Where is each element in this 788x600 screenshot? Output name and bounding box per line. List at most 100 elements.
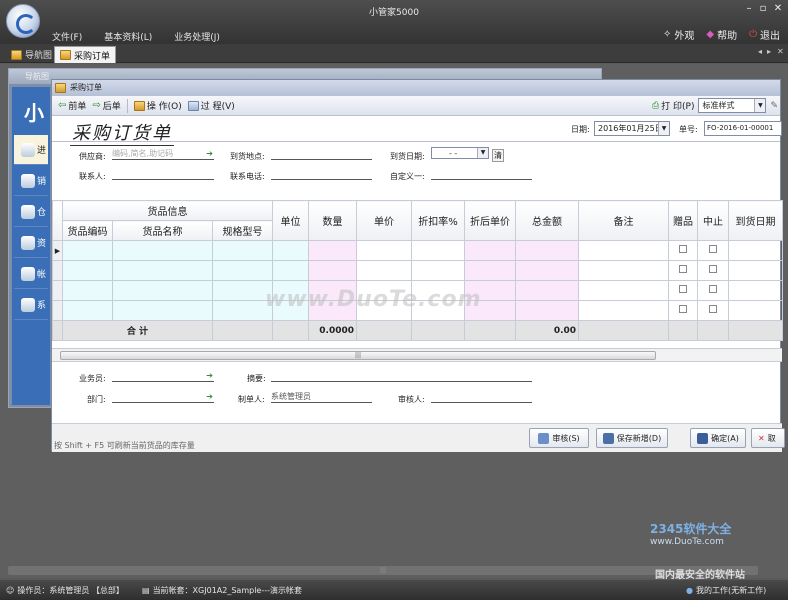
grid-cell[interactable] (411, 240, 466, 261)
grid-cell[interactable] (211, 280, 274, 301)
menu-business[interactable]: 业务处理(J) (174, 30, 220, 43)
gift-checkbox[interactable] (679, 265, 688, 273)
cancel-button[interactable]: ✕ 取 (751, 428, 785, 448)
custom-field-input[interactable] (431, 168, 532, 180)
gift-checkbox-cell[interactable] (668, 280, 699, 301)
grid-cell[interactable] (62, 240, 113, 261)
table-row[interactable] (52, 260, 784, 281)
grid-cell[interactable] (308, 260, 358, 281)
column-header-quantity[interactable]: 数量 (308, 200, 358, 241)
gift-checkbox-cell[interactable] (668, 300, 699, 321)
maximize-icon[interactable]: ▫ (756, 3, 770, 14)
grid-cell[interactable] (272, 260, 310, 281)
scrollbar-thumb[interactable]: ||| (8, 566, 758, 575)
close-icon[interactable]: ✕ (771, 3, 785, 14)
grid-cell[interactable] (62, 280, 113, 301)
contact-input[interactable] (112, 168, 214, 180)
tool-extra-icon[interactable]: ✎ (770, 101, 778, 111)
column-header-discount[interactable]: 折扣率% (411, 200, 466, 241)
help-button[interactable]: ◆ 帮助 (706, 27, 737, 42)
grid-cell[interactable] (515, 280, 580, 301)
sidebar-item-sales[interactable]: 销 (14, 166, 48, 196)
prev-order-button[interactable]: ⇦ 前单 (58, 99, 86, 112)
grid-cell[interactable] (308, 240, 358, 261)
salesman-input[interactable]: ➔ (112, 370, 214, 382)
gift-checkbox[interactable] (679, 305, 688, 313)
phone-input[interactable] (271, 168, 372, 180)
grid-cell[interactable] (112, 280, 213, 301)
grid-cell[interactable] (578, 240, 670, 261)
stop-checkbox[interactable] (709, 285, 718, 293)
exit-button[interactable]: ⏻ 退出 (749, 27, 780, 42)
audit-button[interactable]: 审核(S) (529, 428, 589, 448)
tab-close-icon[interactable]: ✕ (777, 47, 784, 56)
column-header-price[interactable]: 单价 (356, 200, 413, 241)
sidebar-item-accounts[interactable]: 帐 (14, 259, 48, 289)
stop-checkbox[interactable] (709, 305, 718, 313)
sidebar-item-funds[interactable]: 资 (14, 228, 48, 258)
grid-cell[interactable] (62, 260, 113, 281)
grid-cell[interactable] (515, 300, 580, 321)
operate-menu-button[interactable]: 操 作(O) (133, 99, 182, 112)
department-input[interactable]: ➔ (112, 391, 214, 403)
lookup-arrow-icon[interactable]: ➔ (206, 371, 213, 380)
clear-date-button[interactable]: 清 (492, 149, 504, 162)
destination-input[interactable] (271, 148, 372, 160)
tab-scroll-left-icon[interactable]: ◂ (758, 47, 762, 56)
grid-cell[interactable] (578, 300, 670, 321)
order-number-field[interactable]: FO-2016-01-00001 (704, 121, 782, 136)
save-new-button[interactable]: 保存新增(D) (596, 428, 668, 448)
column-header-name[interactable]: 货品名称 (112, 220, 213, 241)
table-row[interactable]: ▶ (52, 240, 784, 261)
print-button[interactable]: ⎙ 打 印(P) (652, 99, 695, 113)
tab-navigation[interactable]: 导航图 (6, 46, 57, 63)
sidebar-item-purchase[interactable]: 进 (14, 135, 48, 165)
grid-cell[interactable] (211, 240, 274, 261)
gift-checkbox-cell[interactable] (668, 240, 699, 261)
sidebar-item-warehouse[interactable]: 仓 (14, 197, 48, 227)
column-header-spec[interactable]: 规格型号 (211, 220, 274, 241)
stop-checkbox[interactable] (709, 265, 718, 273)
column-header-stop[interactable]: 中止 (697, 200, 730, 241)
supplier-input[interactable]: 编码,简名,助记码 ➔ (112, 148, 214, 160)
column-header-remark[interactable]: 备注 (578, 200, 670, 241)
gift-checkbox[interactable] (679, 245, 688, 253)
grid-cell[interactable] (728, 300, 784, 321)
confirm-button[interactable]: 确定(A) (690, 428, 746, 448)
stop-checkbox-cell[interactable] (697, 240, 730, 261)
column-header-code[interactable]: 货品编码 (62, 220, 113, 241)
grid-cell[interactable] (411, 260, 466, 281)
grid-horizontal-scrollbar[interactable]: ||| (52, 348, 782, 362)
summary-input[interactable] (271, 370, 532, 382)
column-header-amount[interactable]: 总金额 (515, 200, 580, 241)
gift-checkbox[interactable] (679, 285, 688, 293)
grid-cell[interactable] (578, 260, 670, 281)
menu-file[interactable]: 文件(F) (52, 30, 82, 43)
sidebar-item-system[interactable]: 系 (14, 290, 48, 320)
grid-cell[interactable] (211, 300, 274, 321)
stop-checkbox[interactable] (709, 245, 718, 253)
grid-cell[interactable] (112, 260, 213, 281)
gift-checkbox-cell[interactable] (668, 260, 699, 281)
tab-purchase-order[interactable]: 采购订单 (54, 46, 117, 63)
grid-cell[interactable] (728, 240, 784, 261)
grid-cell[interactable] (211, 260, 274, 281)
grid-cell[interactable] (356, 260, 413, 281)
next-order-button[interactable]: ⇨ 后单 (92, 99, 120, 112)
minimize-icon[interactable]: – (742, 3, 756, 14)
stop-checkbox-cell[interactable] (697, 300, 730, 321)
menu-basic-data[interactable]: 基本资料(L) (104, 30, 152, 43)
date-picker[interactable]: 2016年01月25日 ▼ (594, 121, 670, 136)
tab-scroll-right-icon[interactable]: ▸ (767, 47, 771, 56)
grid-cell[interactable] (515, 240, 580, 261)
lookup-arrow-icon[interactable]: ➔ (206, 149, 213, 158)
grid-cell[interactable] (112, 300, 213, 321)
scrollbar-thumb[interactable]: ||| (60, 351, 656, 360)
column-header-arrival-date[interactable]: 到货日期 (728, 200, 784, 241)
column-header-unit[interactable]: 单位 (272, 200, 310, 241)
process-menu-button[interactable]: 过 程(V) (187, 99, 235, 112)
grid-cell[interactable] (464, 240, 517, 261)
grid-cell[interactable] (464, 260, 517, 281)
arrival-date-picker[interactable]: - - ▼ (431, 147, 489, 159)
appearance-button[interactable]: ✧ 外观 (663, 27, 694, 42)
